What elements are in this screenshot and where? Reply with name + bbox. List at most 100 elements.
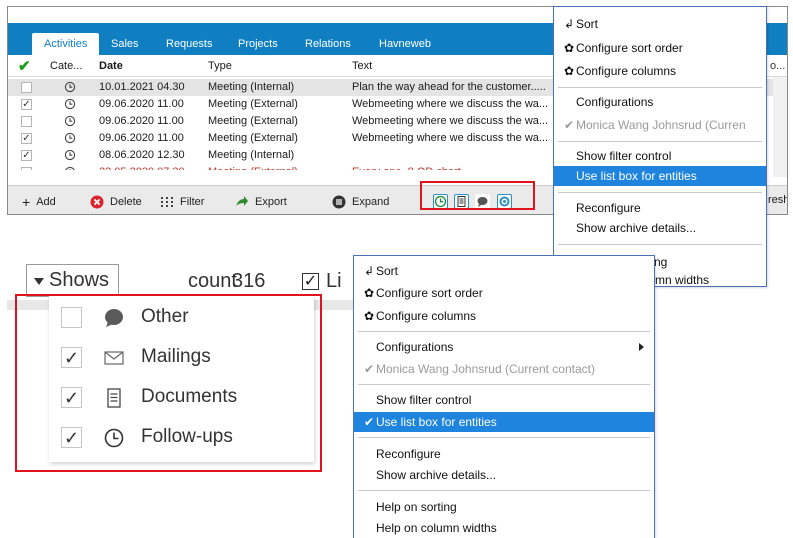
menu-bottom-reconfigure[interactable]: Reconfigure	[354, 444, 654, 464]
menu-top-show-filter-control[interactable]: Show filter control	[554, 146, 766, 166]
menu-top-sort[interactable]: ↲ Sort	[554, 14, 766, 34]
cell-type: Meeting (External)	[208, 115, 298, 127]
row-checkbox[interactable]	[21, 167, 32, 170]
context-menu-top: ↲ Sort ✿ Configure sort order ✿ Configure c…	[553, 6, 767, 287]
menu-top-show-archive-details[interactable]: Show archive details...	[554, 218, 766, 238]
menu-separator	[358, 331, 650, 332]
column-header-category[interactable]: Cate...	[50, 60, 82, 72]
cell-date: 09.06.2020 11.00	[99, 98, 184, 110]
tab-sales[interactable]: Sales	[111, 33, 139, 55]
live-label-fragment: Li	[326, 270, 342, 292]
clock-icon	[64, 149, 76, 161]
column-header-date[interactable]: Date	[99, 60, 123, 72]
menu-bottom-help-sorting[interactable]: Help on sorting	[354, 497, 654, 517]
add-button[interactable]: + Add	[22, 194, 56, 210]
gear-icon: ✿	[363, 309, 375, 323]
row-checkbox[interactable]	[21, 82, 32, 93]
cell-type: Meeting (Internal)	[208, 81, 295, 93]
menu-top-reconfigure[interactable]: Reconfigure	[554, 198, 766, 218]
cell-type: Meeting (Internal)	[208, 149, 295, 161]
gear-icon: ✿	[363, 286, 375, 300]
shows-dropdown[interactable]: Shows	[26, 264, 119, 297]
filter-icon	[161, 197, 173, 207]
menu-bottom-configurations[interactable]: Configurations	[354, 337, 654, 357]
menu-top-use-list-box[interactable]: Use list box for entities	[554, 166, 766, 186]
check-icon: ✔	[363, 362, 375, 376]
cell-type: Meeting (External)	[208, 98, 298, 110]
count-value: 316	[232, 270, 266, 292]
row-checkbox[interactable]: ✓	[21, 150, 32, 161]
column-header-text[interactable]: Text	[352, 60, 372, 72]
menu-bottom-help-column-widths[interactable]: Help on column widths	[354, 518, 654, 538]
row-checkbox[interactable]: ✓	[21, 99, 32, 110]
select-all-check-icon[interactable]: ✔	[18, 57, 31, 75]
menu-bottom-sort[interactable]: ↲ Sort	[354, 261, 654, 281]
shows-dropdown-label: Shows	[49, 269, 110, 291]
filter-button[interactable]: Filter	[160, 194, 204, 210]
menu-top-current-contact: ✔ Monica Wang Johnsrud (Curren	[554, 115, 766, 135]
add-button-label: Add	[36, 196, 56, 208]
tab-havneweb[interactable]: Havneweb	[379, 33, 431, 55]
clock-icon	[64, 115, 76, 127]
delete-button[interactable]: Delete	[90, 194, 142, 210]
sort-icon: ↲	[563, 17, 575, 31]
export-arrow-icon	[236, 196, 248, 206]
tab-activities[interactable]: Activities	[32, 33, 100, 55]
menu-bottom-show-archive-details[interactable]: Show archive details...	[354, 465, 654, 485]
row-checkbox[interactable]: ✓	[21, 133, 32, 144]
cell-date: 22.05.2020 07.30	[99, 166, 185, 170]
context-menu-bottom: ↲ Sort ✿ Configure sort order ✿ Configure c…	[353, 255, 655, 538]
view-toggle-highlight-box	[420, 181, 535, 210]
menu-bottom-configure-columns[interactable]: ✿ Configure columns	[354, 306, 654, 326]
clock-icon	[64, 81, 76, 93]
tab-projects[interactable]: Projects	[238, 33, 278, 55]
plus-icon: +	[22, 194, 31, 210]
gear-icon: ✿	[563, 41, 575, 55]
column-header-fragment: o...	[770, 60, 786, 72]
cell-date: 09.06.2020 11.00	[99, 132, 184, 144]
vertical-scrollbar[interactable]	[773, 77, 787, 177]
menu-bottom-current-contact: ✔ Monica Wang Johnsrud (Current contact)	[354, 359, 654, 379]
clock-icon	[65, 166, 75, 170]
count-label: count	[188, 270, 237, 292]
menu-bottom-configure-sort-order[interactable]: ✿ Configure sort order	[354, 283, 654, 303]
submenu-arrow-icon	[639, 343, 644, 351]
filter-button-label: Filter	[180, 196, 205, 208]
cell-text: Webmeeting where we discuss the wa...	[352, 98, 549, 110]
expand-button[interactable]: Expand	[332, 194, 389, 210]
menu-separator	[558, 87, 762, 88]
cell-text: Plan the way ahead for the customer.....	[352, 81, 546, 93]
menu-top-configure-sort-order[interactable]: ✿ Configure sort order	[554, 38, 766, 58]
cell-type: Meeting (External)	[208, 166, 298, 170]
column-header-type[interactable]: Type	[208, 60, 232, 72]
menu-separator	[558, 141, 762, 142]
expand-button-label: Expand	[352, 196, 390, 208]
menu-top-configurations[interactable]: Configurations	[554, 92, 766, 112]
clock-icon	[64, 132, 76, 144]
export-button-label: Export	[255, 196, 287, 208]
tab-requests[interactable]: Requests	[166, 33, 212, 55]
check-icon: ✔	[563, 118, 575, 132]
live-checkbox[interactable]: ✓	[302, 273, 319, 290]
check-icon: ✔	[363, 415, 375, 429]
tab-relations[interactable]: Relations	[305, 33, 351, 55]
export-button[interactable]: Export	[235, 194, 287, 210]
menu-bottom-use-list-box[interactable]: ✔ Use list box for entities	[354, 412, 654, 432]
menu-separator	[358, 384, 650, 385]
menu-separator	[558, 192, 762, 193]
cell-text: Every one, 8 OD chart	[352, 166, 461, 170]
cell-date: 10.01.2021 04.30	[99, 81, 185, 93]
cell-text: Webmeeting where we discuss the wa...	[352, 115, 549, 127]
sort-icon: ↲	[363, 264, 375, 278]
menu-bottom-show-filter-control[interactable]: Show filter control	[354, 390, 654, 410]
row-checkbox[interactable]	[21, 116, 32, 127]
shows-list-highlight-box	[15, 294, 322, 472]
clock-icon	[64, 98, 76, 110]
refresh-button-fragment[interactable]: resh	[768, 194, 787, 206]
menu-top-configure-columns[interactable]: ✿ Configure columns	[554, 61, 766, 81]
caret-down-icon	[34, 278, 44, 285]
menu-separator	[558, 244, 762, 245]
gear-icon: ✿	[563, 64, 575, 78]
cell-type: Meeting (External)	[208, 132, 298, 144]
cell-date: 09.06.2020 11.00	[99, 115, 184, 127]
